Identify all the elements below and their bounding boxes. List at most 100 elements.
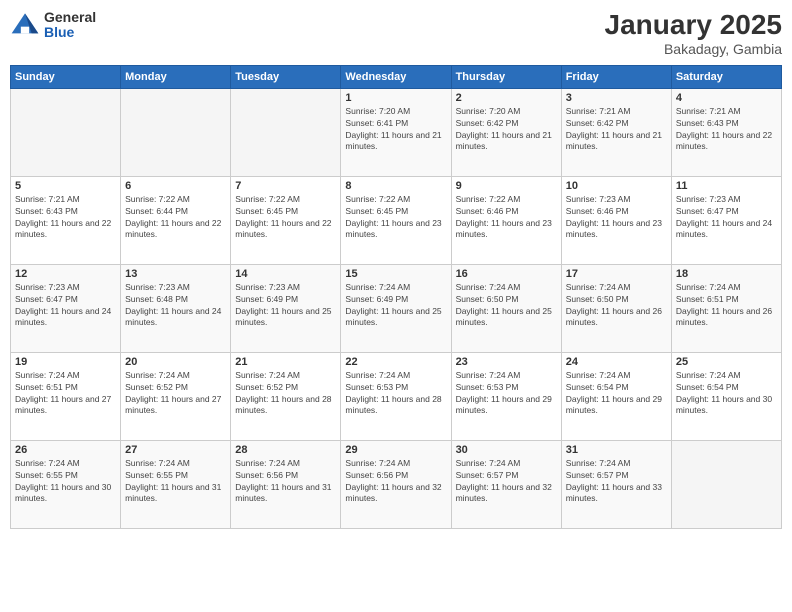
col-tuesday: Tuesday <box>231 65 341 88</box>
logo-icon <box>10 10 40 40</box>
day-info: Sunrise: 7:24 AM Sunset: 6:51 PM Dayligh… <box>15 370 116 418</box>
day-info: Sunrise: 7:24 AM Sunset: 6:50 PM Dayligh… <box>456 282 557 330</box>
logo-text: General Blue <box>44 10 96 41</box>
day-cell: 29Sunrise: 7:24 AM Sunset: 6:56 PM Dayli… <box>341 440 451 528</box>
logo: General Blue <box>10 10 96 41</box>
day-number: 21 <box>235 356 336 368</box>
day-number: 30 <box>456 444 557 456</box>
title-block: January 2025 Bakadagy, Gambia <box>605 10 782 57</box>
day-number: 22 <box>345 356 446 368</box>
day-cell: 26 Sunrise: 7:24 AM Sunset: 6:55 PM Dayli… <box>11 440 121 528</box>
day-info: Sunrise: 7:22 AM Sunset: 6:44 PM Dayligh… <box>125 194 226 242</box>
day-number: 27 <box>125 444 226 456</box>
day-cell: 22Sunrise: 7:24 AM Sunset: 6:53 PM Dayli… <box>341 352 451 440</box>
day-info: Sunrise: 7:24 AM Sunset: 6:52 PM Dayligh… <box>125 370 226 418</box>
day-number: 2 <box>456 92 557 104</box>
day-cell: 11Sunrise: 7:23 AM Sunset: 6:47 PM Dayli… <box>671 176 781 264</box>
week-row-1: 5Sunrise: 7:21 AM Sunset: 6:43 PM Daylig… <box>11 176 782 264</box>
day-info: Sunrise: 7:23 AM Sunset: 6:48 PM Dayligh… <box>125 282 226 330</box>
month-title: January 2025 <box>605 10 782 41</box>
day-cell: 13 Sunrise: 7:23 AM Sunset: 6:48 PM Dayli… <box>121 264 231 352</box>
day-cell: 18Sunrise: 7:24 AM Sunset: 6:51 PM Dayli… <box>671 264 781 352</box>
day-number: 13 <box>125 268 226 280</box>
day-info: Sunrise: 7:24 AM Sunset: 6:49 PM Dayligh… <box>345 282 446 330</box>
day-info: Sunrise: 7:24 AM Sunset: 6:54 PM Dayligh… <box>566 370 667 418</box>
day-info: Sunrise: 7:24 AM Sunset: 6:57 PM Dayligh… <box>566 458 667 506</box>
day-cell: 19 Sunrise: 7:24 AM Sunset: 6:51 PM Dayli… <box>11 352 121 440</box>
day-info: Sunrise: 7:23 AM Sunset: 6:46 PM Dayligh… <box>566 194 667 242</box>
logo-blue-text: Blue <box>44 25 96 40</box>
day-info: Sunrise: 7:20 AM Sunset: 6:41 PM Dayligh… <box>345 106 446 154</box>
calendar-body: 1Sunrise: 7:20 AM Sunset: 6:41 PM Daylig… <box>11 88 782 528</box>
day-number: 12 <box>15 268 116 280</box>
day-info: Sunrise: 7:24 AM Sunset: 6:54 PM Dayligh… <box>676 370 777 418</box>
day-number: 3 <box>566 92 667 104</box>
day-cell: 2 Sunrise: 7:20 AM Sunset: 6:42 PM Daylig… <box>451 88 561 176</box>
location: Bakadagy, Gambia <box>605 41 782 57</box>
day-info: Sunrise: 7:22 AM Sunset: 6:45 PM Dayligh… <box>235 194 336 242</box>
day-cell: 4Sunrise: 7:21 AM Sunset: 6:43 PM Daylig… <box>671 88 781 176</box>
day-number: 16 <box>456 268 557 280</box>
day-number: 10 <box>566 180 667 192</box>
day-cell: 3 Sunrise: 7:21 AM Sunset: 6:42 PM Daylig… <box>561 88 671 176</box>
day-number: 24 <box>566 356 667 368</box>
col-sunday: Sunday <box>11 65 121 88</box>
day-info: Sunrise: 7:21 AM Sunset: 6:43 PM Dayligh… <box>676 106 777 154</box>
day-cell: 14Sunrise: 7:23 AM Sunset: 6:49 PM Dayli… <box>231 264 341 352</box>
day-cell: 16 Sunrise: 7:24 AM Sunset: 6:50 PM Dayli… <box>451 264 561 352</box>
col-thursday: Thursday <box>451 65 561 88</box>
day-number: 20 <box>125 356 226 368</box>
day-info: Sunrise: 7:24 AM Sunset: 6:57 PM Dayligh… <box>456 458 557 506</box>
day-cell: 10 Sunrise: 7:23 AM Sunset: 6:46 PM Dayli… <box>561 176 671 264</box>
day-info: Sunrise: 7:22 AM Sunset: 6:46 PM Dayligh… <box>456 194 557 242</box>
day-cell: 6 Sunrise: 7:22 AM Sunset: 6:44 PM Daylig… <box>121 176 231 264</box>
day-number: 28 <box>235 444 336 456</box>
day-info: Sunrise: 7:20 AM Sunset: 6:42 PM Dayligh… <box>456 106 557 154</box>
day-cell: 30 Sunrise: 7:24 AM Sunset: 6:57 PM Dayli… <box>451 440 561 528</box>
day-number: 6 <box>125 180 226 192</box>
calendar-table: Sunday Monday Tuesday Wednesday Thursday… <box>10 65 782 529</box>
day-number: 7 <box>235 180 336 192</box>
day-cell: 25Sunrise: 7:24 AM Sunset: 6:54 PM Dayli… <box>671 352 781 440</box>
day-cell: 9Sunrise: 7:22 AM Sunset: 6:46 PM Daylig… <box>451 176 561 264</box>
day-number: 17 <box>566 268 667 280</box>
day-info: Sunrise: 7:24 AM Sunset: 6:50 PM Dayligh… <box>566 282 667 330</box>
day-cell: 1Sunrise: 7:20 AM Sunset: 6:41 PM Daylig… <box>341 88 451 176</box>
day-cell <box>121 88 231 176</box>
day-cell: 20 Sunrise: 7:24 AM Sunset: 6:52 PM Dayli… <box>121 352 231 440</box>
day-cell <box>231 88 341 176</box>
day-cell: 27 Sunrise: 7:24 AM Sunset: 6:55 PM Dayli… <box>121 440 231 528</box>
day-number: 19 <box>15 356 116 368</box>
day-info: Sunrise: 7:23 AM Sunset: 6:47 PM Dayligh… <box>15 282 116 330</box>
day-number: 29 <box>345 444 446 456</box>
day-cell: 24 Sunrise: 7:24 AM Sunset: 6:54 PM Dayli… <box>561 352 671 440</box>
col-wednesday: Wednesday <box>341 65 451 88</box>
day-cell: 23Sunrise: 7:24 AM Sunset: 6:53 PM Dayli… <box>451 352 561 440</box>
day-info: Sunrise: 7:24 AM Sunset: 6:55 PM Dayligh… <box>125 458 226 506</box>
header-row: Sunday Monday Tuesday Wednesday Thursday… <box>11 65 782 88</box>
day-info: Sunrise: 7:24 AM Sunset: 6:56 PM Dayligh… <box>235 458 336 506</box>
day-cell: 5Sunrise: 7:21 AM Sunset: 6:43 PM Daylig… <box>11 176 121 264</box>
day-number: 18 <box>676 268 777 280</box>
day-number: 26 <box>15 444 116 456</box>
day-cell: 7 Sunrise: 7:22 AM Sunset: 6:45 PM Daylig… <box>231 176 341 264</box>
page: General Blue January 2025 Bakadagy, Gamb… <box>0 0 792 612</box>
day-info: Sunrise: 7:24 AM Sunset: 6:55 PM Dayligh… <box>15 458 116 506</box>
day-info: Sunrise: 7:23 AM Sunset: 6:47 PM Dayligh… <box>676 194 777 242</box>
day-cell: 28 Sunrise: 7:24 AM Sunset: 6:56 PM Dayli… <box>231 440 341 528</box>
day-info: Sunrise: 7:24 AM Sunset: 6:53 PM Dayligh… <box>456 370 557 418</box>
col-monday: Monday <box>121 65 231 88</box>
day-info: Sunrise: 7:21 AM Sunset: 6:42 PM Dayligh… <box>566 106 667 154</box>
day-number: 31 <box>566 444 667 456</box>
day-number: 8 <box>345 180 446 192</box>
day-info: Sunrise: 7:22 AM Sunset: 6:45 PM Dayligh… <box>345 194 446 242</box>
day-cell: 31 Sunrise: 7:24 AM Sunset: 6:57 PM Dayli… <box>561 440 671 528</box>
day-cell: 8 Sunrise: 7:22 AM Sunset: 6:45 PM Daylig… <box>341 176 451 264</box>
day-cell <box>11 88 121 176</box>
logo-general-text: General <box>44 10 96 25</box>
week-row-0: 1Sunrise: 7:20 AM Sunset: 6:41 PM Daylig… <box>11 88 782 176</box>
col-saturday: Saturday <box>671 65 781 88</box>
day-cell <box>671 440 781 528</box>
day-number: 14 <box>235 268 336 280</box>
day-info: Sunrise: 7:24 AM Sunset: 6:52 PM Dayligh… <box>235 370 336 418</box>
